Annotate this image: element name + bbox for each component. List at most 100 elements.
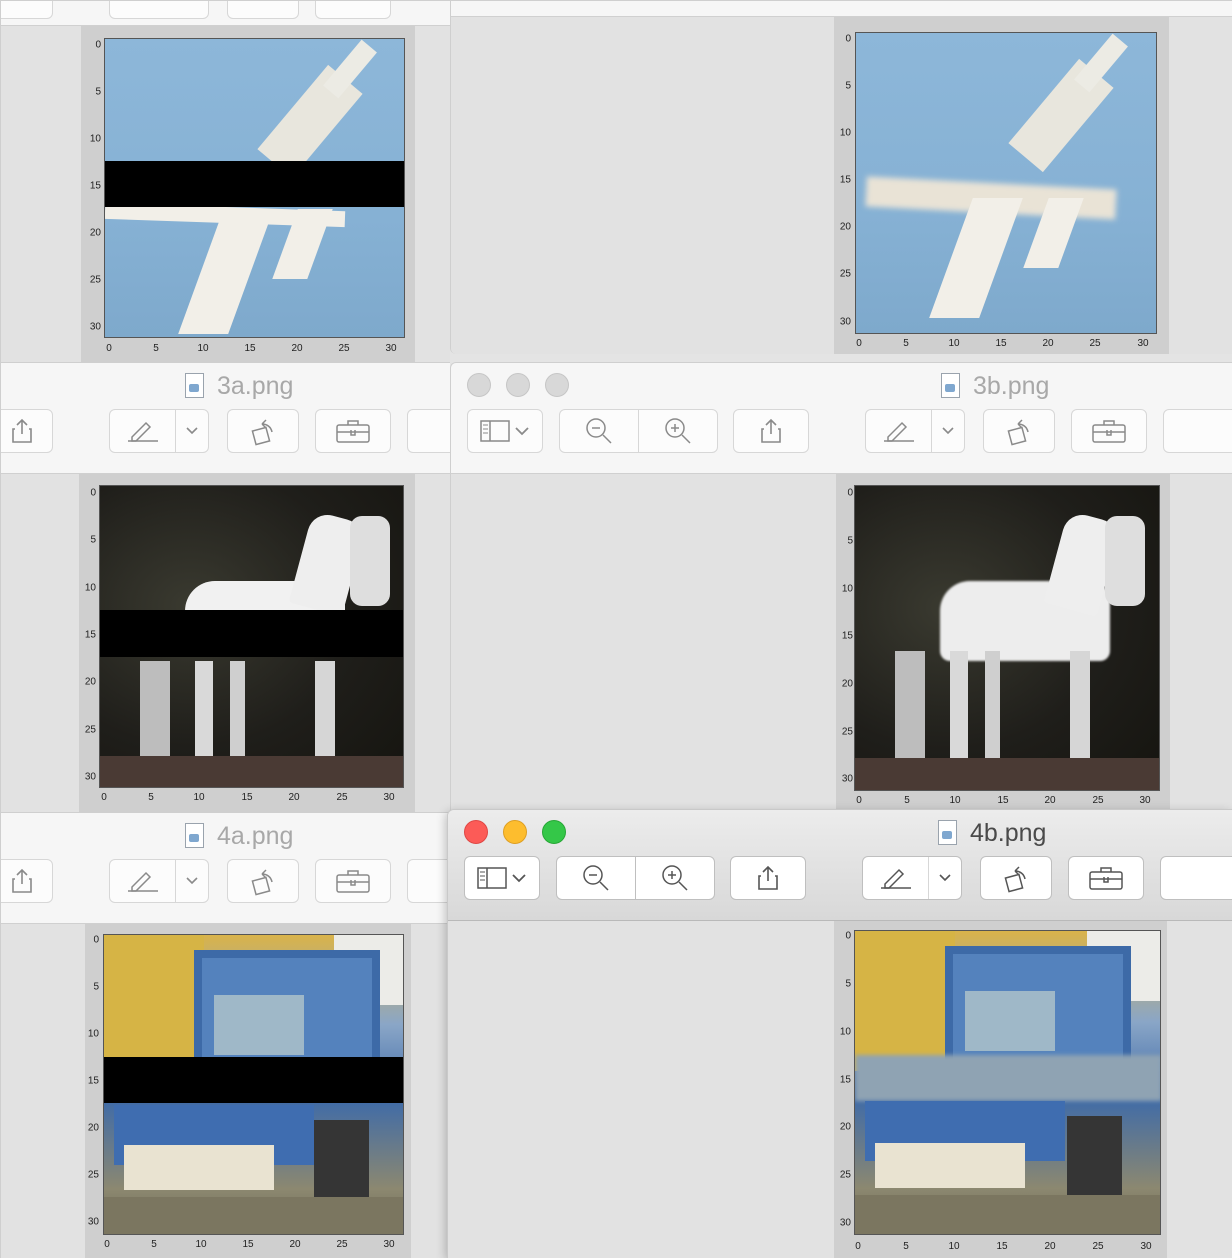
document-view: 0 5 10 15 20 25 30 0 5 10 15 20 25 30 (1, 26, 450, 362)
rotate-button[interactable] (983, 409, 1055, 453)
plot-frame: 0 5 10 15 20 25 30 0 5 10 15 20 25 30 (81, 26, 415, 362)
document-view: 0 5 10 15 20 25 30 0 5 10 15 20 25 30 (451, 17, 1232, 354)
sidebar-button[interactable] (464, 856, 540, 900)
y-tick: 25 (89, 274, 101, 286)
y-tick: 5 (93, 981, 99, 993)
markup-button[interactable] (865, 409, 965, 453)
search-field[interactable] (1163, 409, 1232, 453)
search-field[interactable] (407, 409, 450, 453)
x-tick: 25 (1092, 1241, 1104, 1252)
window-4a: 4a.png 0 5 10 15 20 25 30 0 5 10 15 20 2… (0, 812, 450, 1258)
zoom-in-button[interactable] (638, 409, 718, 453)
zoom-out-button[interactable] (559, 409, 639, 453)
toolbox-button[interactable] (315, 1, 391, 19)
y-tick: 15 (84, 629, 96, 641)
document-view: 0 5 10 15 20 25 30 0 5 10 15 20 25 30 (1, 474, 450, 812)
close-button[interactable] (464, 820, 488, 844)
markup-menu-half[interactable] (932, 410, 964, 452)
x-tick: 30 (385, 343, 397, 354)
zoom-button[interactable] (545, 373, 569, 397)
x-tick: 0 (856, 795, 862, 806)
search-field[interactable] (1160, 856, 1232, 900)
window-controls (467, 373, 569, 397)
minimize-button[interactable] (503, 820, 527, 844)
toolbox-button[interactable] (1071, 409, 1147, 453)
share-button[interactable] (1, 409, 53, 453)
share-button[interactable] (730, 856, 806, 900)
window-2b-partial: 0 5 10 15 20 25 30 0 5 10 15 20 25 30 (450, 0, 1232, 354)
x-tick: 25 (1089, 338, 1101, 349)
markup-pen-half[interactable] (863, 857, 928, 899)
x-tick: 5 (151, 1239, 157, 1250)
rotate-button[interactable] (227, 1, 299, 19)
x-tick: 0 (101, 792, 107, 803)
window-title: 4b.png (938, 818, 1046, 848)
x-tick: 25 (336, 792, 348, 803)
sidebar-button[interactable] (467, 409, 543, 453)
x-tick: 10 (949, 795, 961, 806)
titlebar: 3a.png (1, 363, 450, 474)
chevron-down-icon (515, 427, 529, 436)
x-tick: 15 (995, 338, 1007, 349)
rotate-button[interactable] (227, 409, 299, 453)
markup-pen-half[interactable] (110, 410, 175, 452)
toolbox-button[interactable] (1068, 856, 1144, 900)
toolbox-button[interactable] (315, 409, 391, 453)
search-field[interactable] (407, 859, 450, 903)
x-tick: 0 (856, 338, 862, 349)
markup-button[interactable] (862, 856, 962, 900)
toolbox-icon (336, 420, 370, 443)
y-tick: 20 (839, 221, 851, 233)
y-tick: 15 (87, 1075, 99, 1087)
occlusion-bar (100, 610, 403, 657)
y-tick: 5 (845, 978, 851, 990)
rotate-icon (1007, 419, 1029, 446)
zoom-button[interactable] (542, 820, 566, 844)
markup-menu-half[interactable] (176, 860, 208, 902)
x-tick: 5 (904, 795, 910, 806)
markup-pen-half[interactable] (866, 410, 931, 452)
markup-pen-icon (883, 421, 914, 442)
titlebar: 3b.png (451, 363, 1232, 474)
minimize-button[interactable] (506, 373, 530, 397)
toolbox-icon (1089, 867, 1123, 890)
markup-pen-half[interactable] (110, 860, 175, 902)
x-tick: 15 (244, 343, 256, 354)
markup-menu-half[interactable] (176, 410, 208, 452)
share-button[interactable] (733, 409, 809, 453)
close-button[interactable] (467, 373, 491, 397)
y-tick: 25 (839, 268, 851, 280)
y-tick: 30 (89, 321, 101, 333)
share-icon (12, 418, 32, 443)
window-4b: 4b.png 0 5 10 15 20 25 30 0 5 10 15 20 2… (448, 810, 1232, 1258)
x-tick: 15 (997, 795, 1009, 806)
window-title-text: 4b.png (970, 818, 1047, 847)
y-tick: 0 (95, 39, 101, 51)
horse-restored-image (854, 485, 1160, 791)
plot-frame: 0 5 10 15 20 25 30 0 5 10 15 20 25 30 (836, 474, 1170, 810)
zoom-out-button[interactable] (556, 856, 636, 900)
zoom-in-button[interactable] (635, 856, 715, 900)
plane-occluded-image (104, 38, 405, 338)
markup-menu-half[interactable] (929, 857, 961, 899)
rotate-button[interactable] (980, 856, 1052, 900)
titlebar (1, 1, 450, 26)
x-tick: 20 (1044, 795, 1056, 806)
y-tick: 0 (847, 487, 853, 499)
x-tick: 20 (288, 792, 300, 803)
share-button[interactable] (1, 859, 53, 903)
y-tick: 15 (839, 174, 851, 186)
x-tick: 15 (241, 792, 253, 803)
zoom-out-icon (583, 865, 609, 891)
toolbox-button[interactable] (315, 859, 391, 903)
markup-button[interactable] (109, 859, 209, 903)
markup-button[interactable] (109, 409, 209, 453)
markup-button[interactable] (109, 1, 209, 19)
toolbox-icon (1092, 420, 1126, 443)
x-tick: 10 (197, 343, 209, 354)
chevron-down-icon (512, 874, 526, 883)
x-tick: 10 (948, 1241, 960, 1252)
rotate-button[interactable] (227, 859, 299, 903)
window-title: 3b.png (941, 371, 1049, 401)
toolbar-button[interactable] (1, 1, 53, 19)
